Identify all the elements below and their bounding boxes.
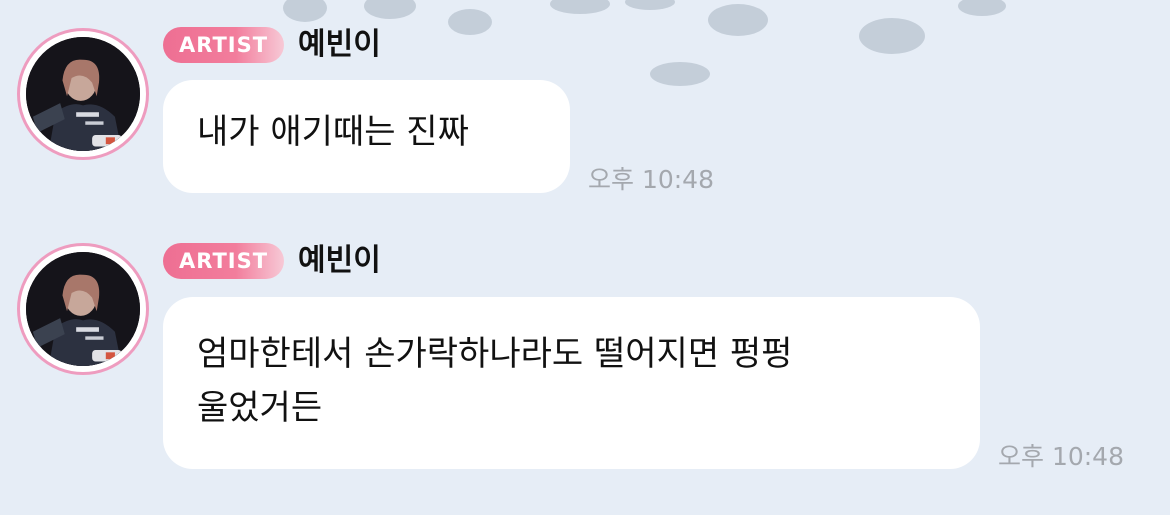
sender-name: 예빈이: [298, 243, 381, 278]
message-timestamp: 오후 10:48: [998, 442, 1124, 471]
message-bubble[interactable]: 엄마한테서 손가락하나라도 떨어지면 펑펑 울었거든: [163, 297, 980, 469]
message-text-line: 엄마한테서 손가락하나라도 떨어지면 펑펑: [197, 334, 793, 374]
artist-badge: ARTIST: [163, 243, 285, 279]
message-text-line: 울었거든: [197, 388, 323, 428]
avatar[interactable]: [17, 243, 149, 375]
chat-message: ARTIST 예빈이 엄마한테서 손가락하나라도 떨어지면 펑펑 울었거든 오후…: [0, 0, 1170, 515]
avatar-photo: [26, 252, 140, 366]
